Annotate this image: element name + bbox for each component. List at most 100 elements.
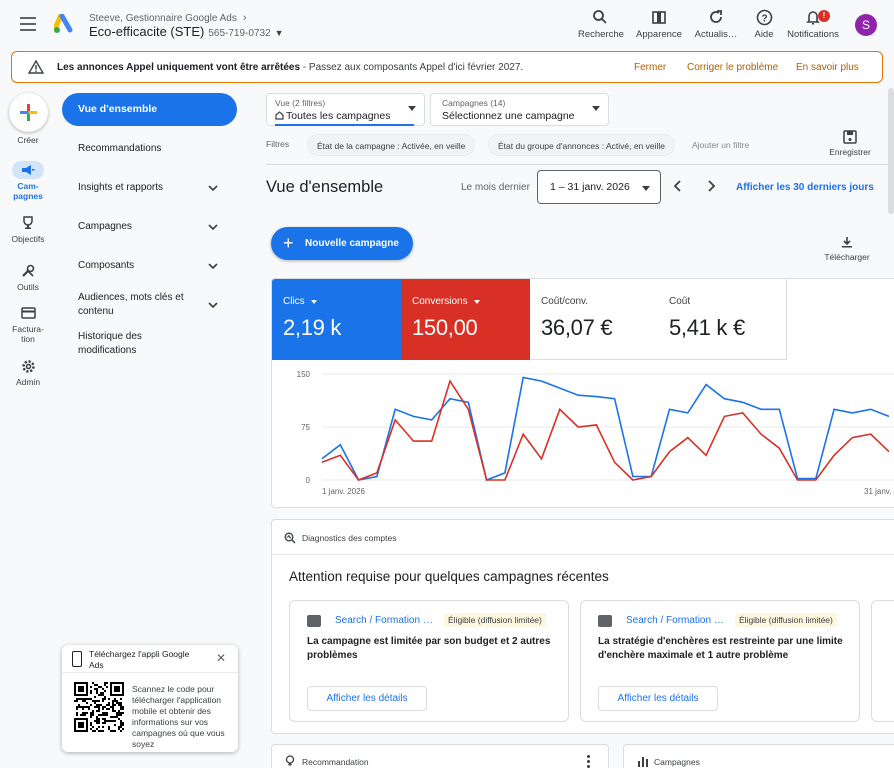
issue-card-partial bbox=[871, 600, 894, 722]
campaigns-card: Campagnes bbox=[623, 744, 894, 768]
gear-icon bbox=[12, 357, 44, 375]
diagnostics-card: Diagnostics des comptes Attention requis… bbox=[271, 519, 894, 734]
nav-item-audiences[interactable]: Audiences, mots clés et contenu bbox=[78, 291, 198, 319]
create-label: Créer bbox=[17, 135, 39, 145]
series-line-clics bbox=[321, 376, 890, 482]
app-download-popup: Téléchargez l'appli Google Ads ✕ Scannez… bbox=[62, 645, 238, 752]
more-vert-icon[interactable] bbox=[587, 755, 591, 768]
line-chart: 0 75 150 1 janv. 2026 31 janv. bbox=[297, 370, 894, 496]
caret-down-icon bbox=[642, 186, 650, 191]
chevron-down-icon[interactable] bbox=[207, 260, 219, 272]
lightbulb-icon bbox=[285, 755, 295, 766]
rail-item-billing[interactable]: Factura-tion bbox=[0, 304, 56, 344]
phone-icon bbox=[72, 651, 82, 667]
metric-cost[interactable]: Coût 5,41 k € bbox=[658, 279, 787, 360]
refresh-icon bbox=[694, 7, 738, 27]
rail-label-campaigns: Cam-pagnes bbox=[13, 181, 43, 201]
issue-campaign-link[interactable]: Search / Formation R… bbox=[626, 615, 730, 626]
issue-card: Search / Formation R… Éligible (diffusio… bbox=[580, 600, 860, 722]
rail-item-goals[interactable]: Objectifs bbox=[0, 214, 56, 244]
bar-chart-icon bbox=[638, 757, 648, 767]
home-icon bbox=[275, 111, 284, 120]
campaign-selector[interactable]: Campagnes (14) Sélectionnez une campagne bbox=[430, 93, 609, 126]
filter-chip-campaign-status[interactable]: État de la campagne : Activée, en veille bbox=[307, 134, 476, 156]
nav-item-insights[interactable]: Insights et rapports bbox=[78, 181, 228, 195]
bell-icon bbox=[786, 7, 840, 27]
trophy-icon bbox=[12, 214, 44, 232]
nav-item-overview[interactable]: Vue d'ensemble bbox=[62, 93, 237, 126]
filter-divider bbox=[266, 164, 894, 165]
rail-item-tools[interactable]: Outils bbox=[0, 262, 56, 292]
alert-text: Les annonces Appel uniquement vont être … bbox=[57, 62, 524, 73]
qr-code-image bbox=[74, 682, 124, 732]
scrollbar[interactable] bbox=[888, 88, 894, 214]
status-badge: Éligible (diffusion limitée) bbox=[444, 613, 546, 627]
plus-icon bbox=[20, 104, 37, 121]
date-range-selector[interactable]: 1 – 31 janv. 2026 bbox=[537, 170, 661, 204]
filter-chip-adgroup-status[interactable]: État du groupe d'annonces : Activé, en v… bbox=[488, 134, 676, 156]
rail-item-campaigns[interactable]: Cam-pagnes bbox=[0, 161, 56, 201]
alert-learn-more-button[interactable]: En savoir plus bbox=[796, 62, 859, 73]
new-campaign-button[interactable]: + Nouvelle campagne bbox=[271, 227, 413, 260]
create-button[interactable] bbox=[9, 93, 48, 132]
rail-item-admin[interactable]: Admin bbox=[0, 357, 56, 387]
alert-banner: Les annonces Appel uniquement vont être … bbox=[11, 51, 883, 83]
filters-label: Filtres bbox=[266, 139, 290, 149]
rail-label-goals: Objectifs bbox=[11, 234, 45, 244]
account-breadcrumb[interactable]: Steeve, Gestionnaire Google Ads › bbox=[89, 12, 247, 24]
metric-clicks[interactable]: Clics 2,19 k bbox=[272, 279, 401, 360]
issue-campaign-link[interactable]: Search / Formation R… bbox=[335, 615, 439, 626]
chevron-down-icon[interactable] bbox=[207, 299, 219, 311]
y-tick-label: 0 bbox=[306, 476, 311, 485]
account-selector[interactable]: Eco-efficacite (STE) 565-719-0732 ▼ bbox=[89, 24, 284, 39]
chevron-left-icon[interactable] bbox=[670, 178, 686, 194]
add-filter-button[interactable]: Ajouter un filtre bbox=[692, 140, 749, 150]
billing-icon bbox=[12, 304, 44, 322]
show-last-30-days-link[interactable]: Afficher les 30 derniers jours bbox=[736, 182, 874, 193]
notifications-tool[interactable]: ! Notifications bbox=[786, 7, 840, 40]
metric-cost-per-conv[interactable]: Coût/conv. 36,07 € bbox=[530, 279, 659, 360]
chevron-right-icon[interactable] bbox=[703, 178, 719, 194]
issue-description: La campagne est limitée par son budget e… bbox=[307, 636, 551, 661]
nav-item-change-history[interactable]: Historique des modifications bbox=[78, 330, 188, 358]
tools-icon bbox=[12, 262, 44, 280]
help-tool[interactable]: ? Aide bbox=[750, 7, 778, 40]
save-button[interactable]: Enregistrer bbox=[826, 130, 874, 157]
appearance-icon bbox=[634, 7, 684, 27]
nav-item-assets[interactable]: Composants bbox=[78, 259, 228, 273]
view-selector[interactable]: Vue (2 filtres) Toutes les campagnes bbox=[266, 93, 425, 126]
nav-item-campaigns[interactable]: Campagnes bbox=[78, 220, 228, 234]
nav-item-recommendations[interactable]: Recommandations bbox=[78, 142, 228, 156]
menu-icon[interactable] bbox=[20, 17, 36, 31]
warning-icon bbox=[28, 60, 44, 74]
download-button[interactable]: Télécharger bbox=[820, 236, 874, 262]
search-icon bbox=[578, 7, 622, 27]
metric-conversions[interactable]: Conversions 150,00 bbox=[401, 279, 530, 360]
rail-label-billing: Factura-tion bbox=[12, 324, 44, 344]
help-icon: ? bbox=[750, 7, 778, 27]
performance-chart-card: Clics 2,19 k Conversions 150,00 Coût/con… bbox=[271, 278, 894, 508]
close-icon[interactable]: ✕ bbox=[216, 652, 226, 664]
avatar[interactable]: S bbox=[855, 14, 877, 36]
appearance-tool[interactable]: Apparence bbox=[634, 7, 684, 40]
alert-fix-button[interactable]: Corriger le problème bbox=[687, 62, 778, 73]
search-campaign-icon bbox=[598, 615, 612, 627]
x-tick-label: 1 janv. 2026 bbox=[322, 487, 366, 496]
alert-dismiss-button[interactable]: Fermer bbox=[634, 62, 666, 73]
refresh-tool[interactable]: Actualis… bbox=[694, 7, 738, 40]
search-campaign-icon bbox=[307, 615, 321, 627]
download-icon bbox=[842, 237, 852, 248]
page-title: Vue d'ensemble bbox=[266, 178, 384, 196]
x-tick-label: 31 janv. bbox=[864, 487, 891, 496]
diagnostics-header: Diagnostics des comptes bbox=[284, 532, 397, 544]
view-details-button[interactable]: Afficher les détails bbox=[307, 686, 427, 711]
view-details-button[interactable]: Afficher les détails bbox=[598, 686, 718, 711]
caret-down-icon bbox=[408, 106, 416, 111]
chevron-down-icon[interactable] bbox=[207, 182, 219, 194]
search-tool[interactable]: Recherche bbox=[578, 7, 624, 40]
account-name: Eco-efficacite (STE) bbox=[89, 24, 205, 39]
popup-title: Téléchargez l'appli Google Ads bbox=[89, 649, 190, 670]
chevron-down-icon[interactable] bbox=[207, 221, 219, 233]
status-badge: Éligible (diffusion limitée) bbox=[735, 613, 837, 627]
account-id: 565-719-0732 bbox=[208, 28, 271, 39]
